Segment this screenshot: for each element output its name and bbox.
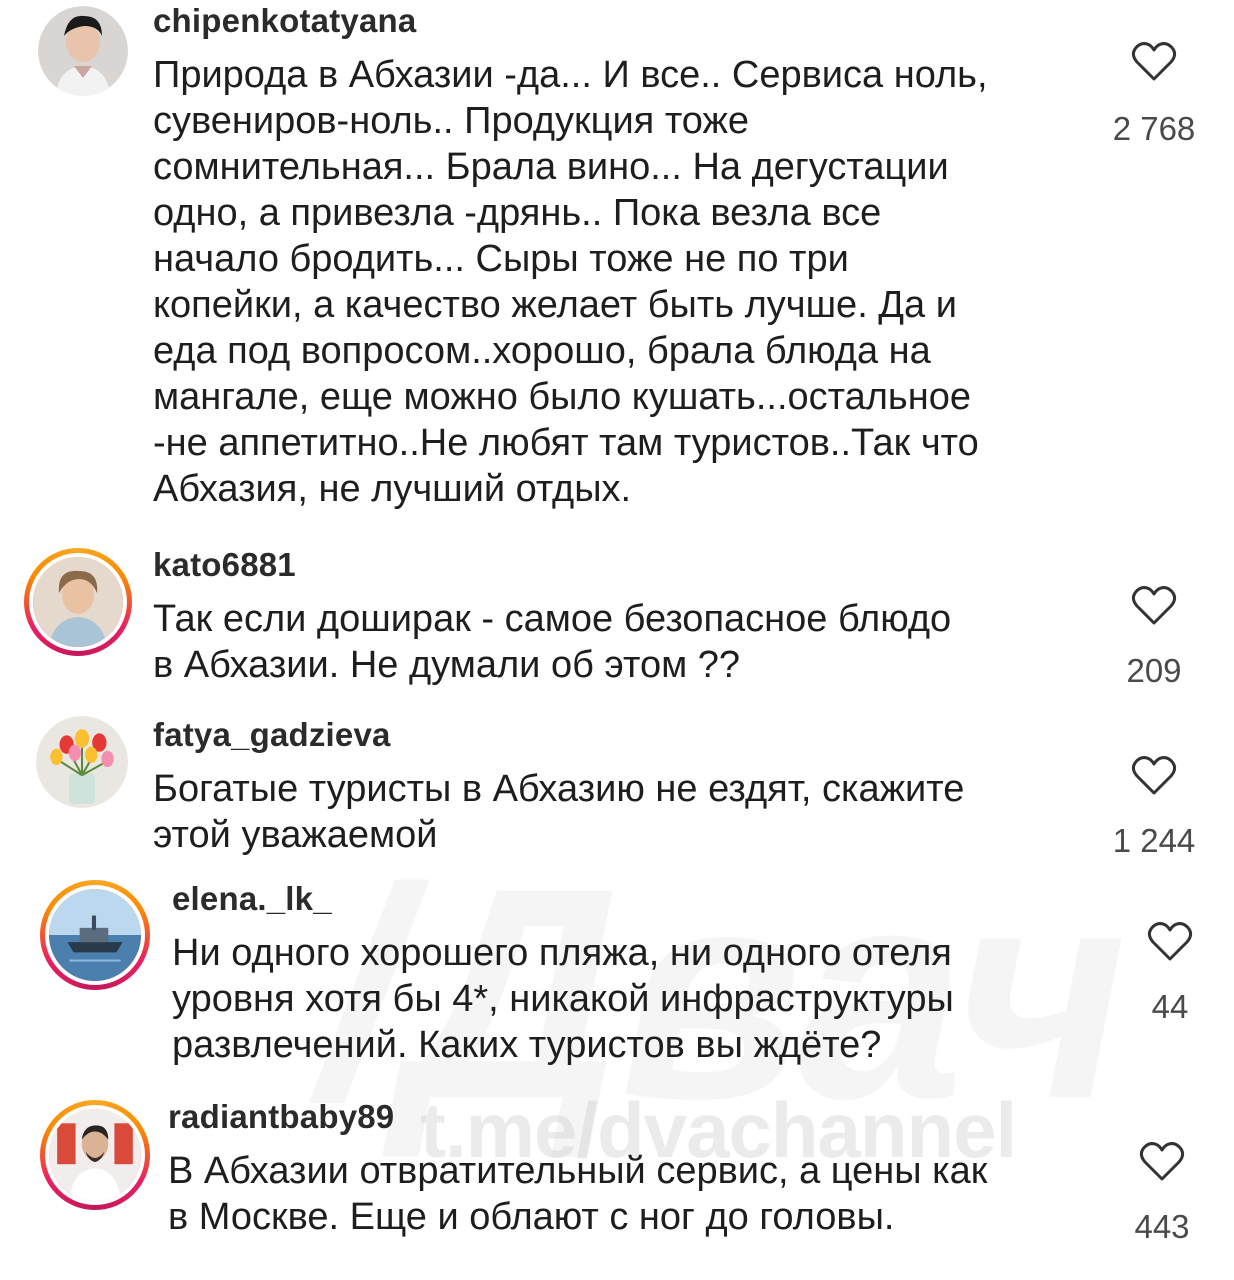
like-count: 209	[1126, 652, 1182, 689]
avatar[interactable]	[40, 1100, 150, 1210]
avatar-image	[36, 716, 128, 808]
avatar-image	[45, 885, 145, 985]
avatar[interactable]	[40, 880, 150, 990]
comment-item: fatya_gadzieva Богатые туристы в Абхазию…	[0, 710, 1234, 880]
avatar-image	[29, 553, 127, 651]
avatar-photo-icon	[49, 889, 141, 981]
avatar-photo-icon	[38, 6, 128, 96]
avatar[interactable]	[38, 6, 128, 96]
comment-username[interactable]: elena._lk_	[172, 880, 332, 918]
comment-username[interactable]: chipenkotatyana	[153, 2, 416, 40]
comment-text: Богатые туристы в Абхазию не ездят, скаж…	[153, 768, 965, 856]
like-count: 443	[1134, 1208, 1190, 1245]
comment-item: elena._lk_ Ни одного хорошего пляжа, ни …	[0, 876, 1234, 1096]
avatar[interactable]	[24, 548, 132, 656]
heart-icon	[1139, 1142, 1185, 1181]
avatar-photo-icon	[49, 1109, 141, 1201]
comment-text: Так если доширак - самое безопасное блюд…	[153, 598, 952, 686]
heart-icon	[1131, 756, 1177, 795]
comment-item: radiantbaby89 В Абхазии отвратительный с…	[0, 1096, 1234, 1280]
like-button[interactable]	[1124, 584, 1184, 626]
comment-username[interactable]: kato6881	[153, 546, 296, 584]
like-button[interactable]	[1124, 754, 1184, 796]
comment-text: Ни одного хорошего пляжа, ни одного отел…	[172, 932, 954, 1066]
comment-text: Природа в Абхазии -да... И все.. Сервиса…	[153, 54, 988, 510]
avatar-image	[38, 6, 128, 96]
like-button[interactable]	[1140, 920, 1200, 962]
like-count: 1 244	[1112, 822, 1196, 859]
comment-username[interactable]: fatya_gadzieva	[153, 716, 391, 754]
heart-icon	[1147, 922, 1193, 961]
heart-icon	[1131, 42, 1177, 81]
avatar-photo-icon	[36, 716, 128, 808]
avatar[interactable]	[36, 716, 128, 808]
comment-text: В Абхазии отвратительный сервис, а цены …	[168, 1150, 988, 1238]
comment-username[interactable]: radiantbaby89	[168, 1098, 394, 1136]
avatar-image	[45, 1105, 145, 1205]
like-count: 2 768	[1112, 110, 1196, 147]
heart-icon	[1131, 586, 1177, 625]
like-count: 44	[1151, 988, 1189, 1025]
like-button[interactable]	[1124, 40, 1184, 82]
like-button[interactable]	[1132, 1140, 1192, 1182]
avatar-photo-icon	[33, 557, 123, 647]
comment-item: chipenkotatyana Природа в Абхазии -да...…	[0, 0, 1234, 540]
comment-item: kato6881 Так если доширак - самое безопа…	[0, 540, 1234, 710]
